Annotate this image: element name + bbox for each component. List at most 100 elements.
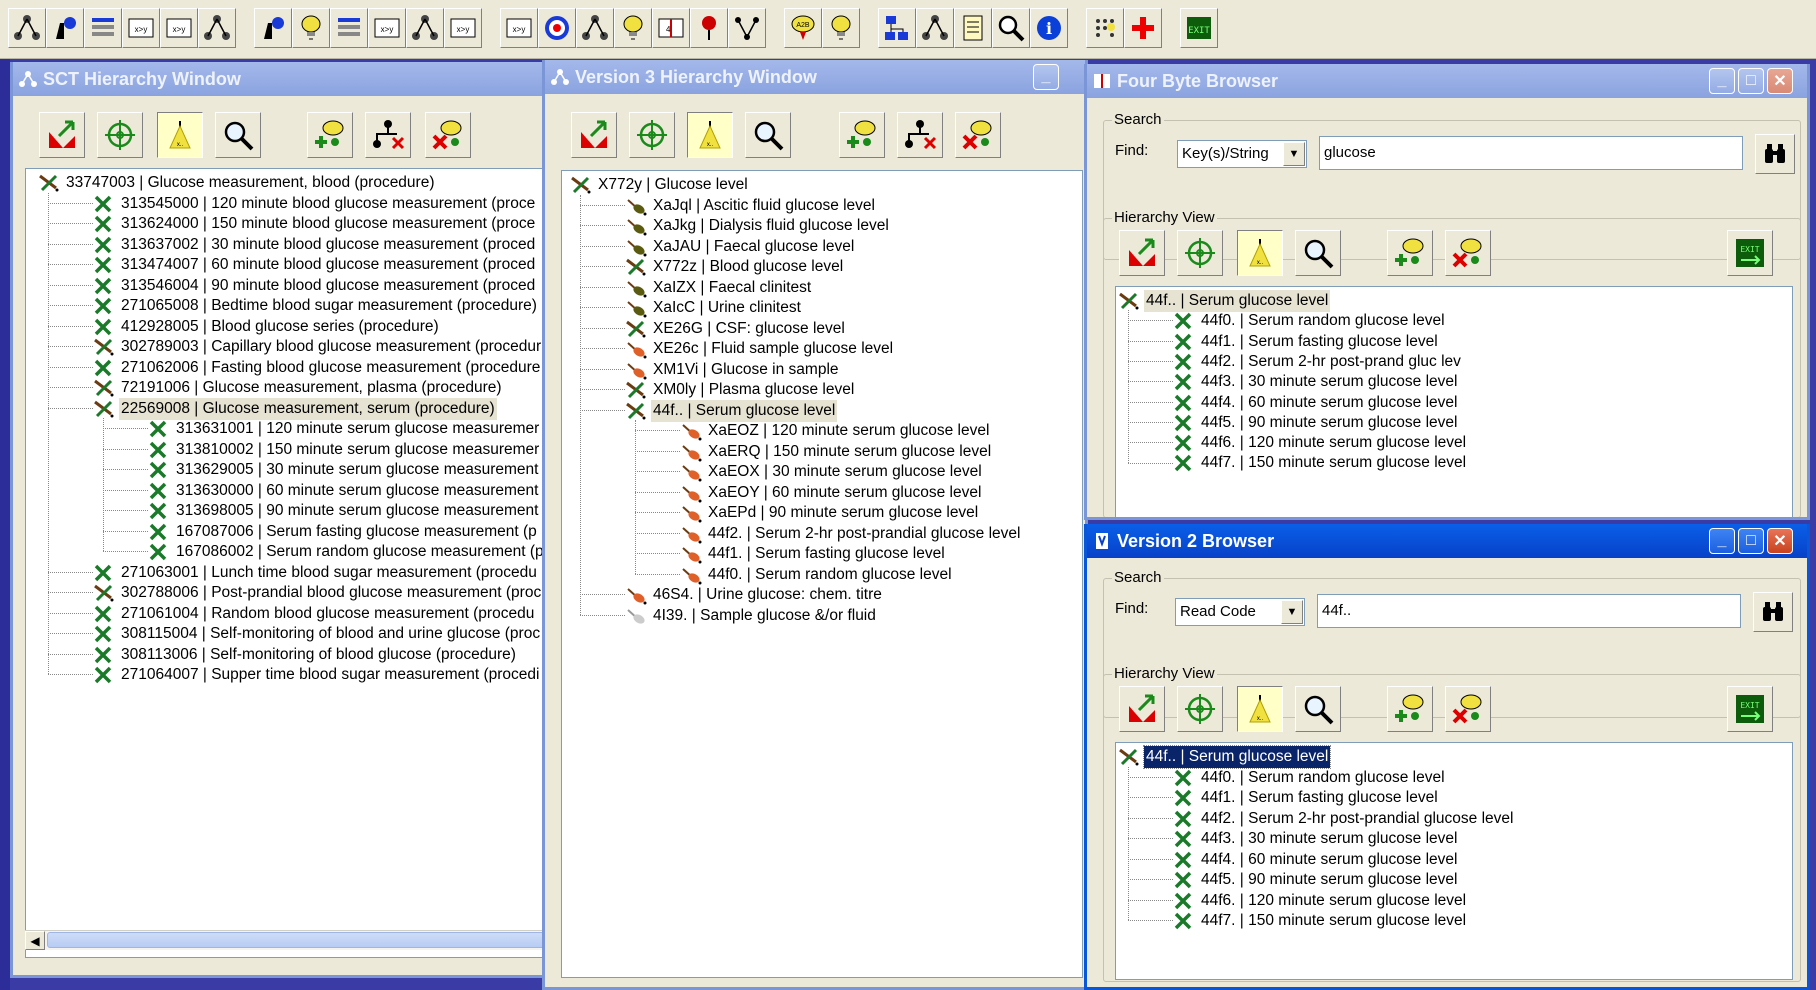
tree-node[interactable]: XM1Vi | Glucose in sample bbox=[625, 359, 841, 381]
toolbar-button-exit[interactable]: EXIT bbox=[1180, 8, 1218, 48]
go-to-top-button[interactable] bbox=[1119, 230, 1165, 276]
tree-node[interactable]: XaEPd | 90 minute serum glucose level bbox=[680, 502, 980, 524]
tree-node[interactable]: XM0ly | Plasma glucose level bbox=[625, 379, 856, 401]
tree-node[interactable]: 22569008 | Glucose measurement, serum (p… bbox=[93, 397, 497, 420]
go-to-top-button[interactable] bbox=[39, 112, 85, 158]
tree-node[interactable]: 308113006 | Self-monitoring of blood glu… bbox=[93, 644, 518, 666]
toolbar-button-plus[interactable] bbox=[1124, 8, 1162, 48]
bulb-pressed-button[interactable]: x.. bbox=[157, 112, 203, 158]
v2-tree-view[interactable]: 44f.. | Serum glucose level 44f0. | Serum… bbox=[1115, 742, 1793, 980]
sct-window-titlebar[interactable]: SCT Hierarchy Window bbox=[13, 62, 547, 96]
magnifier-button[interactable] bbox=[745, 112, 791, 158]
tree-node[interactable]: XaIcC | Urine clinitest bbox=[625, 297, 803, 319]
sct-horizontal-scrollbar[interactable]: ◀ bbox=[25, 930, 547, 950]
tree-node[interactable]: 44f.. | Serum glucose level bbox=[625, 399, 838, 422]
tree-node[interactable]: 313810002 | 150 minute serum glucose mea… bbox=[148, 439, 541, 461]
tree-node[interactable]: XaERQ | 150 minute serum glucose level bbox=[680, 441, 993, 463]
tree-node[interactable]: 44f2. | Serum 2-hr post-prandial glucose… bbox=[680, 523, 1022, 545]
tree-node[interactable]: 308115004 | Self-monitoring of blood and… bbox=[93, 623, 542, 645]
magnifier-button[interactable] bbox=[215, 112, 261, 158]
search-button[interactable] bbox=[1753, 592, 1793, 632]
tree-node[interactable]: 44f1. | Serum fasting glucose level bbox=[1173, 787, 1440, 809]
tree-node[interactable]: 44f3. | 30 minute serum glucose level bbox=[1173, 828, 1459, 850]
add-bulb-button[interactable] bbox=[1387, 686, 1433, 732]
tree-node[interactable]: 44f1. | Serum fasting glucose level bbox=[680, 543, 947, 565]
add-bulb-button[interactable] bbox=[839, 112, 885, 158]
tree-node[interactable]: 313637002 | 30 minute blood glucose meas… bbox=[93, 234, 537, 256]
tree-node[interactable]: 313546004 | 90 minute blood glucose meas… bbox=[93, 275, 537, 297]
scroll-thumb[interactable] bbox=[47, 932, 547, 948]
tree-node[interactable]: 167087006 | Serum fasting glucose measur… bbox=[148, 521, 539, 543]
bulb-pressed-button[interactable]: x.. bbox=[687, 112, 733, 158]
tree-node[interactable]: XaEOZ | 120 minute serum glucose level bbox=[680, 420, 991, 442]
toolbar-button-notes[interactable] bbox=[954, 8, 992, 48]
magnifier-button[interactable] bbox=[1295, 686, 1341, 732]
magnifier-button[interactable] bbox=[1295, 230, 1341, 276]
tree-node[interactable]: XaIZX | Faecal clinitest bbox=[625, 277, 813, 299]
toolbar-button-hierarchy-small[interactable] bbox=[916, 8, 954, 48]
exit-button[interactable]: EXIT bbox=[1727, 686, 1773, 732]
four-byte-browser-window[interactable]: Four Byte Browser _ □ ✕ Search Find: Key… bbox=[1084, 64, 1810, 520]
toolbar-button-sct-find[interactable] bbox=[46, 8, 84, 48]
tree-node[interactable]: 33747003 | Glucose measurement, blood (p… bbox=[38, 172, 437, 194]
toolbar-button-version3-tree[interactable] bbox=[406, 8, 444, 48]
tree-node[interactable]: 44f.. | Serum glucose level bbox=[1118, 290, 1331, 312]
tree-node[interactable]: 313545000 | 120 minute blood glucose mea… bbox=[93, 193, 537, 215]
toolbar-button-sct-list[interactable] bbox=[84, 8, 122, 48]
tree-node[interactable]: 313630000 | 60 minute serum glucose meas… bbox=[148, 480, 540, 502]
crosshair-button[interactable] bbox=[629, 112, 675, 158]
tree-node[interactable]: 44f2. | Serum 2-hr post-prandial glucose… bbox=[1173, 808, 1515, 830]
tree-node[interactable]: 44f7. | 150 minute serum glucose level bbox=[1173, 910, 1468, 932]
maximize-button[interactable]: □ bbox=[1738, 68, 1764, 94]
toolbar-button-info[interactable]: i bbox=[1030, 8, 1068, 48]
tree-node[interactable]: 44f2. | Serum 2-hr post-prand gluc lev bbox=[1173, 351, 1463, 373]
tree-node[interactable]: XE26c | Fluid sample glucose level bbox=[625, 338, 895, 360]
delete-bulb-button[interactable] bbox=[955, 112, 1001, 158]
tree-node[interactable]: 44f5. | 90 minute serum glucose level bbox=[1173, 412, 1459, 434]
tree-node[interactable]: 313698005 | 90 minute serum glucose meas… bbox=[148, 500, 540, 522]
remove-branch-button[interactable] bbox=[365, 112, 411, 158]
toolbar-button-multi-bulb[interactable] bbox=[822, 8, 860, 48]
toolbar-button-a2b[interactable]: A2B bbox=[784, 8, 822, 48]
toolbar-button-book[interactable]: 4 bbox=[652, 8, 690, 48]
bulb-pressed-button[interactable]: x.. bbox=[1237, 686, 1283, 732]
minimize-button[interactable]: _ bbox=[1709, 528, 1735, 554]
tree-node[interactable]: 313629005 | 30 minute serum glucose meas… bbox=[148, 459, 540, 481]
tree-node[interactable]: 302788006 | Post-prandial blood glucose … bbox=[93, 582, 543, 604]
toolbar-button-network[interactable] bbox=[878, 8, 916, 48]
chevron-down-icon[interactable]: ▼ bbox=[1283, 142, 1305, 166]
tree-node[interactable]: 4I39. | Sample glucose &/or fluid bbox=[625, 605, 878, 627]
v2-titlebar[interactable]: Version 2 Browser _ □ ✕ bbox=[1087, 524, 1807, 558]
tree-node[interactable]: X772y | Glucose level bbox=[570, 174, 750, 196]
scroll-left-arrow-icon[interactable]: ◀ bbox=[25, 931, 45, 950]
crosshair-button[interactable] bbox=[1177, 230, 1223, 276]
tree-node[interactable]: 44f1. | Serum fasting glucose level bbox=[1173, 331, 1440, 353]
tree-node[interactable]: 44f3. | 30 minute serum glucose level bbox=[1173, 371, 1459, 393]
four-byte-titlebar[interactable]: Four Byte Browser _ □ ✕ bbox=[1087, 64, 1807, 98]
add-bulb-button[interactable] bbox=[1387, 230, 1433, 276]
tree-node[interactable]: 46S4. | Urine glucose: chem. titre bbox=[625, 584, 884, 606]
tree-node[interactable]: 44f4. | 60 minute serum glucose level bbox=[1173, 849, 1459, 871]
tree-node[interactable]: X772z | Blood glucose level bbox=[625, 256, 845, 278]
close-button[interactable]: ✕ bbox=[1767, 68, 1793, 94]
go-to-top-button[interactable] bbox=[1119, 686, 1165, 732]
tree-node[interactable]: 313624000 | 150 minute blood glucose mea… bbox=[93, 213, 537, 235]
search-button[interactable] bbox=[1755, 134, 1795, 174]
tree-node[interactable]: 44f0. | Serum random glucose level bbox=[1173, 767, 1447, 789]
delete-bulb-button[interactable] bbox=[1445, 686, 1491, 732]
four-byte-tree-view[interactable]: 44f.. | Serum glucose level 44f0. | Serum… bbox=[1115, 286, 1793, 517]
version2-browser-window[interactable]: Version 2 Browser _ □ ✕ Search Find: Rea… bbox=[1084, 524, 1810, 990]
tree-node[interactable]: 271064007 | Supper time blood sugar meas… bbox=[93, 664, 541, 686]
tree-node[interactable]: 313474007 | 60 minute blood glucose meas… bbox=[93, 254, 537, 276]
toolbar-button-v2-pin[interactable] bbox=[690, 8, 728, 48]
v3-tree-view[interactable]: X772y | Glucose level XaJql | Ascitic flu… bbox=[561, 170, 1083, 978]
tree-node[interactable]: 412928005 | Blood glucose series (proced… bbox=[93, 316, 441, 338]
delete-bulb-button[interactable] bbox=[1445, 230, 1491, 276]
tree-node[interactable]: XaEOX | 30 minute serum glucose level bbox=[680, 461, 984, 483]
tree-node[interactable]: 44f6. | 120 minute serum glucose level bbox=[1173, 432, 1468, 454]
toolbar-button-v2-bulb[interactable] bbox=[614, 8, 652, 48]
crosshair-button[interactable] bbox=[1177, 686, 1223, 732]
tree-node[interactable]: 302789003 | Capillary blood glucose meas… bbox=[93, 336, 543, 358]
delete-node-button[interactable] bbox=[425, 112, 471, 158]
toolbar-button-version3-list[interactable] bbox=[330, 8, 368, 48]
